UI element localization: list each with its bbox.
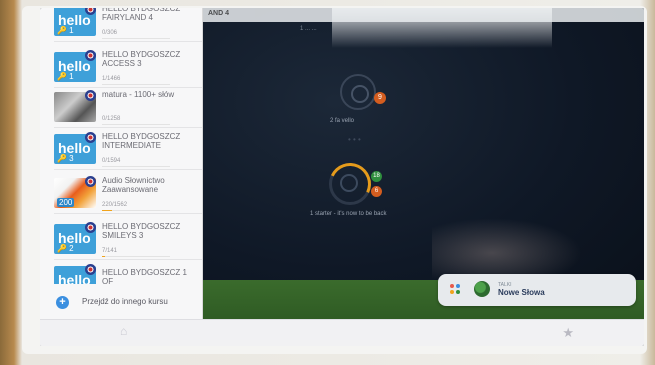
level-node-badge-orange: 6: [371, 186, 382, 197]
course-item[interactable]: hello 🔑 1 HELLO BYDGOSZCZ FAIRYLAND 4 0/…: [40, 8, 202, 42]
course-title: Audio Słownictwo Zaawansowane: [102, 176, 165, 194]
course-progress-bar: [102, 84, 170, 85]
level-node-2-label: 1 starter - it's now to be back: [310, 211, 387, 217]
next-session-card[interactable]: TALKI Nowe Słowa: [438, 274, 636, 306]
key-badge: 🔑 2: [57, 244, 74, 253]
level-node-2[interactable]: 18 6: [323, 157, 382, 211]
screen: AND 4 1 ... ... 9 2 fa vello • • • 18 6 …: [40, 8, 644, 346]
main-topbar: AND 4: [202, 8, 644, 22]
course-title: matura - 1100+ słów: [102, 90, 175, 99]
star-icon[interactable]: ★: [562, 325, 574, 341]
uk-flag-icon: [85, 90, 96, 101]
points-badge: 200: [57, 198, 75, 207]
course-title: HELLO BYDGOSZCZ INTERMEDIATE: [102, 132, 181, 150]
key-badge: 🔑 1: [57, 26, 74, 35]
home-icon[interactable]: ⌂: [120, 324, 127, 338]
course-progress-fill: [102, 210, 112, 211]
level-node-core: [351, 85, 369, 103]
main-subtitle: 1 ... ...: [300, 26, 317, 32]
course-title: HELLO BYDGOSZCZ 1 OF: [102, 268, 187, 284]
hello-logo: hello: [58, 272, 91, 284]
divider: [54, 127, 202, 128]
course-progress-bar: [102, 256, 170, 257]
course-item[interactable]: hello 🔑 3 HELLO BYDGOSZCZ INTERMEDIATE 0…: [40, 130, 202, 170]
course-progress-bar: [102, 124, 170, 125]
course-title: HELLO BYDGOSZCZ ACCESS 3: [102, 50, 181, 68]
course-progress-fill: [102, 256, 106, 257]
course-item[interactable]: 200 Audio Słownictwo Zaawansowane 220/15…: [40, 174, 202, 214]
divider: [54, 213, 202, 214]
course-item[interactable]: hello 🔑 1 HELLO BYDGOSZCZ ACCESS 3 1/146…: [40, 48, 202, 88]
plus-icon: +: [56, 296, 69, 309]
main-title: AND 4: [208, 10, 230, 17]
session-modes-icon: [450, 284, 462, 296]
course-sidebar: hello 🔑 1 HELLO BYDGOSZCZ FAIRYLAND 4 0/…: [40, 8, 203, 346]
course-progress-text: 7/141: [102, 248, 118, 254]
level-node-1[interactable]: 9: [340, 74, 386, 110]
uk-flag-icon: [85, 50, 96, 61]
level-node-core: [340, 174, 358, 192]
course-progress-bar: [102, 38, 170, 39]
course-title: HELLO BYDGOSZCZ SMILEYS 3: [102, 222, 181, 240]
mascot-icon: [474, 281, 490, 297]
course-progress-text: 0/306: [102, 30, 118, 36]
switch-course-button[interactable]: + Przejdź do innego kursu: [40, 290, 202, 316]
course-progress-text: 1/1466: [102, 76, 121, 82]
course-item[interactable]: hello 🔑 2 HELLO BYDGOSZCZ SMILEYS 3 7/14…: [40, 220, 202, 260]
course-item[interactable]: matura - 1100+ słów 0/1258: [40, 88, 202, 128]
divider: [54, 259, 202, 260]
course-item[interactable]: hello HELLO BYDGOSZCZ 1 OF: [40, 262, 202, 284]
next-session-title: Nowe Słowa: [498, 288, 545, 297]
course-progress-text: 0/1594: [102, 158, 121, 164]
uk-flag-icon: [85, 264, 96, 275]
switch-course-label: Przejdź do innego kursu: [82, 297, 168, 306]
divider: [54, 41, 202, 42]
uk-flag-icon: [85, 132, 96, 143]
course-progress-text: 220/1562: [102, 202, 128, 208]
level-node-badge-green: 18: [371, 171, 382, 182]
level-node-1-label: 2 fa vello: [330, 118, 355, 124]
course-progress-text: 0/1258: [102, 116, 121, 122]
level-node-badge: 9: [374, 92, 386, 104]
key-badge: 🔑 3: [57, 154, 74, 163]
key-badge: 🔑 1: [57, 72, 74, 81]
course-progress-bar: [102, 210, 170, 211]
divider: [54, 169, 202, 170]
uk-flag-icon: [85, 176, 96, 187]
uk-flag-icon: [85, 222, 96, 233]
bottom-bar: ⌂ ★: [40, 319, 644, 346]
course-title: HELLO BYDGOSZCZ FAIRYLAND 4: [102, 8, 181, 22]
path-dots: • • •: [348, 135, 361, 144]
course-progress-bar: [102, 166, 170, 167]
